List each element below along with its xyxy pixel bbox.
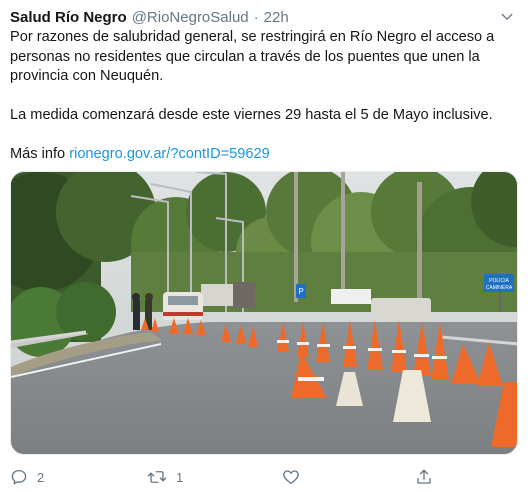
tweet-header: Salud Río Negro @RioNegroSalud · 22h [10, 6, 520, 28]
reply-icon [10, 468, 28, 486]
separator-dot: · [253, 8, 259, 26]
sign-line2: CAMINERA [486, 285, 513, 291]
more-info-link[interactable]: rionegro.gov.ar/?contID=59629 [69, 146, 270, 162]
share-icon [415, 468, 433, 486]
more-info-line: Más info rionegro.gov.ar/?contID=59629 [10, 145, 515, 165]
tweet-paragraph: La medida comenzará desde este viernes 2… [10, 107, 493, 123]
retweet-icon [147, 468, 167, 486]
tweet-actions: 2 1 [10, 466, 433, 488]
like-button[interactable] [282, 468, 309, 486]
sign-line1: POLICIA [489, 278, 509, 284]
tweet-text: Por razones de salubridad general, se re… [10, 28, 515, 165]
reply-button[interactable]: 2 [10, 468, 44, 486]
tweet-paragraph: Por razones de salubridad general, se re… [10, 29, 495, 84]
tweet-timestamp[interactable]: 22h [264, 9, 289, 26]
retweet-button[interactable]: 1 [147, 468, 183, 486]
author-handle[interactable]: @RioNegroSalud [132, 9, 249, 26]
tweet-photo[interactable]: POLICIA CAMINERA P [10, 171, 518, 455]
share-button[interactable] [415, 468, 433, 486]
reply-count: 2 [37, 469, 45, 485]
chevron-down-icon[interactable] [498, 6, 516, 28]
author-name[interactable]: Salud Río Negro [10, 9, 127, 26]
heart-icon [282, 468, 300, 486]
checkpoint-photo: POLICIA CAMINERA P [11, 172, 517, 454]
more-info-label: Más info [10, 146, 66, 162]
parking-sign: P [298, 287, 303, 296]
retweet-count: 1 [176, 469, 184, 485]
tweet-card[interactable]: Salud Río Negro @RioNegroSalud · 22h Por… [0, 0, 530, 492]
